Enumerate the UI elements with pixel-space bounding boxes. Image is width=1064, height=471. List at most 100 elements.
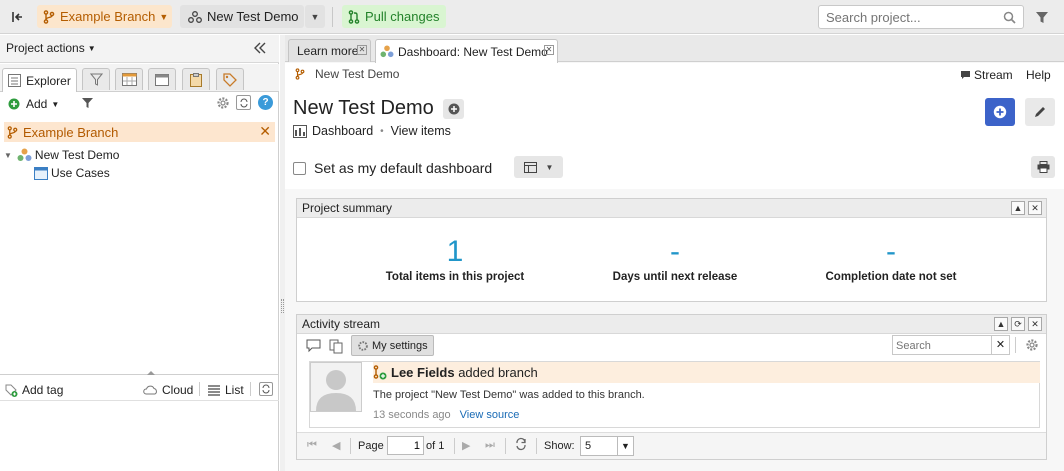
splitter-handle-icon[interactable] [147,371,155,375]
view-source-link[interactable]: View source [460,409,520,421]
filter-icon [89,73,103,86]
panel-title: Activity stream [302,317,381,331]
first-page-icon[interactable]: ⏮ [307,439,317,452]
branch-label: Example Branch [60,9,156,24]
chevron-down-icon: ▼ [159,11,169,22]
folder-icon [34,166,48,180]
divider [536,438,537,454]
stat-value[interactable]: 1 [355,235,555,269]
close-icon[interactable]: ✕ [1028,317,1042,331]
refresh-icon[interactable] [514,437,528,454]
clear-search-icon[interactable]: ✕ [991,336,1009,354]
add-branch-icon [373,365,387,380]
tab-calendar[interactable] [115,68,143,90]
edit-pencil-icon[interactable] [1025,98,1055,126]
stream-link[interactable]: Stream [960,68,1013,82]
project-actions-menu[interactable]: Project actions ▼ [6,41,96,55]
project-actions-label: Project actions [6,41,85,55]
stat-label: Completion date not set [825,271,957,283]
gear-icon[interactable] [215,95,231,111]
breadcrumb: New Test Demo [295,67,399,81]
branch-selector-button[interactable]: Example Branch ▼ [37,5,172,28]
project-selector-button[interactable]: New Test Demo [180,5,304,28]
add-button[interactable]: Add ▼ [8,97,59,111]
document-tabs: Learn more ✕ Dashboard: New Test Demo ✕ [285,35,1064,63]
list-view-button[interactable]: List [208,383,244,397]
window-icon [155,73,169,86]
view-items-link[interactable]: View items [391,124,451,138]
collapse-panel-icon[interactable] [252,41,268,55]
add-tag-button[interactable]: Add tag [5,383,63,397]
chevron-down-icon: ▼ [617,437,633,455]
tab-learn-more[interactable]: Learn more ✕ [288,39,371,62]
comment-icon[interactable] [305,338,321,354]
project-dropdown-button[interactable]: ▼ [305,5,325,28]
cloud-icon [143,385,158,395]
activity-search-field[interactable]: ✕ [892,335,1010,355]
pull-changes-button[interactable]: Pull changes [342,5,446,28]
layout-icon [523,161,537,173]
help-link[interactable]: Help [1026,68,1051,82]
collapse-icon[interactable]: ▲ [1011,201,1025,215]
top-toolbar: Example Branch ▼ New Test Demo ▼ Pull ch… [0,0,1064,34]
print-icon[interactable] [1031,156,1055,178]
refresh-icon[interactable] [236,95,251,110]
layout-selector-button[interactable]: ▼ [514,156,563,178]
refresh-icon[interactable] [259,382,273,396]
close-icon[interactable]: ✕ [259,123,271,140]
add-widget-button[interactable] [985,98,1015,126]
activity-user[interactable]: Lee Fields [391,365,455,380]
breadcrumb-project[interactable]: New Test Demo [315,67,399,81]
close-tab-icon[interactable]: ✕ [544,45,554,55]
filter-icon[interactable] [79,96,95,110]
tree-item-use-cases[interactable]: Use Cases [34,164,110,182]
prev-page-icon[interactable]: ◀ [332,439,340,452]
default-dashboard-checkbox[interactable] [293,161,306,175]
help-icon[interactable]: ? [258,95,273,110]
dashboard-icon [293,124,307,138]
activity-meta: 13 seconds ago View source [373,409,519,421]
activity-summary: Lee Fields added branch [373,365,538,380]
tab-explorer[interactable]: Explorer [2,68,77,92]
tab-tags[interactable] [216,68,244,90]
chevron-down-icon: ▼ [545,162,554,172]
panel-splitter[interactable] [0,374,279,375]
page-number-input[interactable] [387,436,424,455]
dashboard-link[interactable]: Dashboard [312,124,373,138]
my-settings-button[interactable]: My settings [351,335,434,356]
collapse-icon[interactable]: ▲ [994,317,1008,331]
project-search-field[interactable] [818,5,1024,29]
close-icon[interactable]: ✕ [1028,201,1042,215]
cloud-view-button[interactable]: Cloud [143,383,193,397]
add-tag-icon [5,384,18,397]
add-to-title-button[interactable] [443,99,464,119]
tree-item-label: Use Cases [51,166,110,180]
list-label: List [225,383,244,397]
gear-icon[interactable] [1024,337,1040,353]
tab-filters[interactable] [82,68,110,90]
activity-entry-header: Lee Fields added branch [373,362,1040,383]
divider [505,438,506,454]
close-tab-icon[interactable]: ✕ [357,45,367,55]
tab-clipboard[interactable] [182,68,210,90]
activity-search-input[interactable] [896,337,991,354]
collapse-left-icon[interactable] [9,8,27,26]
project-search-input[interactable] [826,7,1002,27]
default-dashboard-option[interactable]: Set as my default dashboard [293,160,492,176]
next-page-icon[interactable]: ▶ [462,439,470,452]
project-icon [17,148,32,162]
copy-icon[interactable] [328,338,344,354]
tab-dashboard[interactable]: Dashboard: New Test Demo ✕ [375,39,558,63]
page-label: Page [358,440,384,452]
tree-item-label: New Test Demo [34,148,120,162]
tab-window[interactable] [148,68,176,90]
chevron-down-icon[interactable]: ▼ [4,151,12,160]
page-size-select[interactable]: 5 ▼ [580,436,634,456]
tag-toolbar: Add tag Cloud List [0,377,279,401]
last-page-icon[interactable]: ⏭ [485,439,495,452]
filter-icon[interactable] [1034,9,1050,25]
project-summary-panel: Project summary ▲ ✕ 1 Total items in thi… [296,198,1047,302]
tree-item-project[interactable]: ▼ New Test Demo [4,146,119,164]
stat-value: - [670,235,680,268]
refresh-icon[interactable]: ⟳ [1011,317,1025,331]
